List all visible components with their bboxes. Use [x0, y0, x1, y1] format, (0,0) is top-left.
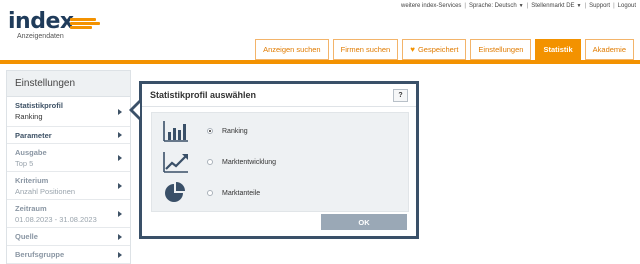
help-button[interactable]: ? [393, 89, 408, 102]
tab-akademie[interactable]: Akademie [584, 39, 634, 60]
option-ranking[interactable]: Ranking [152, 117, 408, 145]
sidebar-item-value: Anzahl Positionen [15, 187, 76, 196]
tab-statistik[interactable]: Statistik [535, 39, 581, 60]
sidebar-item-kriterium[interactable]: Kriterium Anzahl Positionen [7, 172, 130, 200]
sidebar-item-ausgabe[interactable]: Ausgabe Top 5 [7, 144, 130, 172]
tab-label: Firmen suchen [340, 45, 391, 54]
trend-chart-icon [163, 152, 188, 173]
logo-subtitle: Anzeigendaten [17, 33, 64, 40]
sidebar-item-title: Quelle [15, 232, 38, 241]
separator: | [526, 3, 529, 9]
page: index Anzeigendaten weitere index-Servic… [0, 0, 640, 264]
main-nav: Anzeigen suchen Firmen suchen ♥ Gespeiche… [255, 39, 634, 60]
language-select[interactable]: Sprache: Deutsch ▼ [469, 3, 524, 9]
option-label: Marktanteile [222, 189, 261, 197]
sidebar-item-title: Statistikprofil [15, 101, 63, 110]
logo-brand: index [8, 9, 74, 34]
ok-button[interactable]: OK [321, 214, 407, 230]
sidebar-item-title: Kriterium [15, 176, 49, 185]
chevron-right-icon [118, 132, 122, 138]
market-select[interactable]: Stellenmarkt DE ▼ [531, 3, 581, 9]
tab-label: Gespeichert [417, 45, 459, 54]
tab-label: Anzeigen suchen [263, 45, 321, 54]
sidebar-item-title: Parameter [15, 131, 52, 140]
sidebar-item-value: Top 5 [15, 159, 34, 168]
ok-button-label: OK [358, 217, 370, 227]
radio-marktentwicklung[interactable] [207, 159, 213, 165]
sidebar-item-quelle[interactable]: Quelle [7, 228, 130, 246]
option-marktanteile[interactable]: Marktanteile [152, 179, 408, 207]
bar-chart-icon [163, 121, 188, 142]
sidebar-item-berufsgruppe[interactable]: Berufsgruppe [7, 246, 130, 264]
profile-options: Ranking Marktentwicklung Marktanteile [151, 112, 409, 212]
radio-ranking[interactable] [207, 128, 213, 134]
option-label: Ranking [222, 127, 248, 135]
tab-einstellungen[interactable]: Einstellungen [470, 39, 532, 60]
tab-label: Einstellungen [478, 45, 524, 54]
sidebar-title: Einstellungen [7, 71, 130, 97]
sidebar-item-title: Zeitraum [15, 204, 47, 213]
option-marktentwicklung[interactable]: Marktentwicklung [152, 148, 408, 176]
tab-gespeichert[interactable]: ♥ Gespeichert [402, 39, 467, 60]
caret-down-icon: ▼ [576, 3, 582, 9]
tab-firmen-suchen[interactable]: Firmen suchen [332, 39, 399, 60]
language-label: Sprache: Deutsch [468, 3, 517, 9]
support-link[interactable]: Support [589, 3, 610, 9]
chevron-right-icon [118, 251, 122, 258]
separator: | [613, 3, 615, 9]
market-label: Stellenmarkt DE [531, 3, 575, 9]
sidebar-item-title: Ausgabe [15, 148, 47, 157]
tab-label: Akademie [592, 45, 626, 54]
statistikprofil-dialog: Statistikprofil auswählen ? Ranking Mark… [139, 81, 419, 239]
heart-icon: ♥ [410, 45, 415, 54]
tab-label: Statistik [543, 45, 573, 54]
chevron-right-icon [118, 154, 122, 161]
chevron-right-icon [118, 210, 122, 217]
separator: | [584, 3, 587, 9]
settings-sidebar: Einstellungen Statistikprofil Ranking Pa… [6, 70, 131, 264]
chevron-right-icon [118, 233, 122, 240]
sidebar-item-statistikprofil[interactable]: Statistikprofil Ranking [7, 97, 130, 127]
caret-down-icon: ▼ [518, 3, 524, 9]
top-links: weitere index-Services | Sprache: Deutsc… [401, 3, 636, 9]
dialog-title: Statistikprofil auswählen [150, 90, 257, 100]
sidebar-item-parameter[interactable]: Parameter [7, 127, 130, 144]
logo[interactable]: index Anzeigendaten [8, 9, 100, 44]
option-label: Marktentwicklung [222, 158, 277, 166]
pie-chart-icon [165, 182, 185, 202]
popover-pointer-inner [133, 103, 140, 117]
nav-divider [0, 60, 640, 64]
sidebar-item-zeitraum[interactable]: Zeitraum 01.08.2023 - 31.08.2023 [7, 200, 130, 228]
services-link[interactable]: weitere index-Services [401, 3, 461, 9]
sidebar-item-value: 01.08.2023 - 31.08.2023 [15, 215, 97, 224]
chevron-right-icon [118, 182, 122, 189]
radio-marktanteile[interactable] [207, 190, 213, 196]
tab-anzeigen-suchen[interactable]: Anzeigen suchen [255, 39, 329, 60]
chevron-right-icon [118, 108, 122, 115]
dialog-header: Statistikprofil auswählen ? [142, 84, 416, 107]
sidebar-item-title: Berufsgruppe [15, 250, 65, 259]
logo-bars-icon [70, 18, 100, 30]
help-button-label: ? [398, 92, 403, 99]
sidebar-item-value: Ranking [15, 112, 43, 121]
separator: | [464, 3, 466, 9]
logout-link[interactable]: Logout [618, 3, 636, 9]
